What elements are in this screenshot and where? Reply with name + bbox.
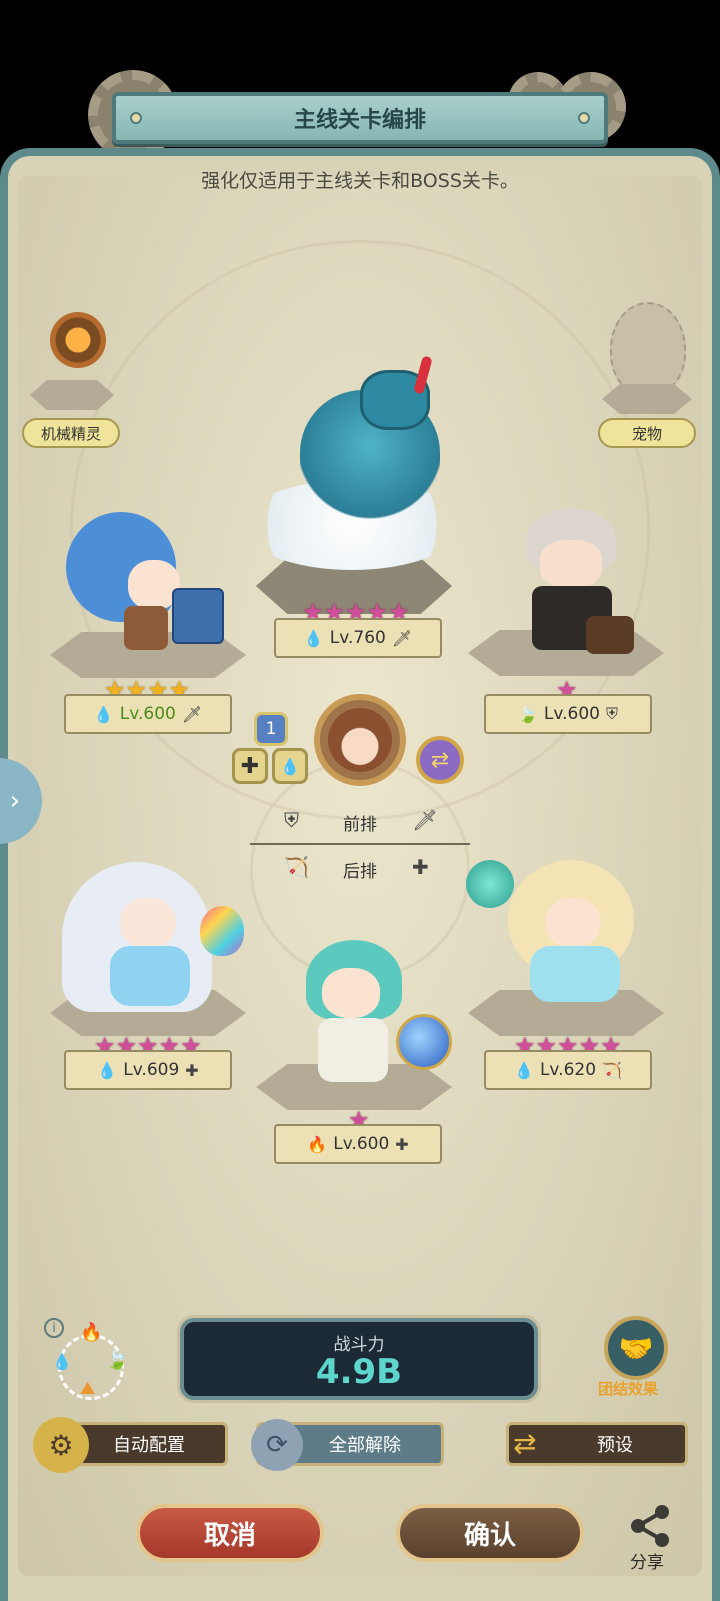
- water-drop-icon: 💧: [514, 1060, 534, 1080]
- info-icon[interactable]: i: [44, 1318, 64, 1338]
- sword-icon: 🗡: [391, 628, 413, 648]
- hero-level: Lv.600: [543, 704, 600, 724]
- hero-level: Lv.760: [329, 628, 386, 648]
- back-row-label: 后排: [343, 862, 377, 882]
- sword-icon: 🗡: [412, 808, 438, 832]
- water-drop-icon: 💧: [272, 748, 308, 784]
- water-drop-icon: 💧: [303, 628, 324, 648]
- plus-icon: ✚: [412, 855, 429, 879]
- preset-label: 预设: [597, 1435, 633, 1456]
- hero-level: Lv.600: [333, 1134, 390, 1154]
- pet-placeholder-icon: [610, 302, 686, 396]
- hero-level: Lv.600: [119, 704, 176, 724]
- page-title: 主线关卡编排: [112, 92, 608, 144]
- shield-icon: ⛨: [284, 808, 299, 832]
- share-icon: [624, 1500, 674, 1550]
- fire-icon: 🔥: [80, 1322, 103, 1343]
- release-all-button[interactable]: ⟳ 全部解除: [251, 1419, 444, 1471]
- hero-level-box: 💧 Lv.600 🗡: [64, 694, 232, 734]
- water-drop-icon: 💧: [97, 1060, 118, 1080]
- release-all-label: 全部解除: [329, 1435, 401, 1456]
- hero-level: Lv.609: [123, 1060, 180, 1080]
- water-drop-icon: 💧: [52, 1352, 72, 1371]
- hero-dress: [110, 946, 190, 1006]
- leaf-icon: 🍃: [517, 704, 538, 724]
- combat-power-box: 战斗力 4.9B: [180, 1318, 538, 1400]
- confirm-label: 确认: [463, 1520, 516, 1551]
- swap-arrows-icon: ⇄: [513, 1427, 537, 1460]
- plus-icon: ✚: [185, 1060, 199, 1080]
- hero-level-box: 🍃 Lv.600 ⛨: [484, 694, 652, 734]
- row-divider: [250, 843, 470, 845]
- plus-icon: ✚: [395, 1134, 409, 1154]
- cancel-label: 取消: [203, 1520, 256, 1551]
- front-row-label: 前排: [343, 815, 377, 835]
- team-effect-label: 团结效果: [598, 1380, 659, 1398]
- preset-button[interactable]: ⇄ 预设: [506, 1422, 688, 1466]
- handshake-icon: 🤝: [604, 1316, 668, 1380]
- subtitle-text: 强化仅适用于主线关卡和BOSS关卡。: [201, 170, 519, 192]
- mech-spirit-label: 机械精灵: [22, 418, 120, 448]
- hero-level-box: 💧 Lv.609 ✚: [64, 1050, 232, 1090]
- shield-icon: ⛨: [605, 704, 618, 723]
- hero-level-box: 🔥 Lv.600 ✚: [274, 1124, 442, 1164]
- orb-icon: [396, 1014, 452, 1070]
- hero-weapon: [172, 588, 224, 644]
- hero-bag: [586, 616, 634, 654]
- water-drop-icon: 💧: [93, 704, 114, 724]
- hero-body: [318, 1018, 388, 1082]
- leader-number-badge: 1: [254, 712, 288, 746]
- staff-orb-icon: [466, 860, 514, 908]
- confirm-button[interactable]: 确认: [396, 1504, 584, 1562]
- release-icon: ⟳: [251, 1419, 303, 1471]
- fire-icon: 🔥: [307, 1134, 328, 1154]
- mech-spirit-base: [30, 380, 114, 410]
- leader-avatar: [328, 708, 392, 772]
- hero-face: [120, 898, 176, 948]
- pet-label: 宠物: [598, 418, 696, 448]
- sword-icon: 🗡: [181, 704, 203, 724]
- hero-face: [540, 540, 602, 588]
- hero-face: [322, 968, 380, 1018]
- potion-icon: [200, 906, 244, 956]
- combat-power-value: 4.9B: [315, 1352, 403, 1392]
- hero-level-box: 💧 Lv.620 🏹: [484, 1050, 652, 1090]
- auto-assign-button[interactable]: ⚙ 自动配置: [33, 1417, 228, 1473]
- hero-legs: [124, 606, 168, 650]
- swap-button[interactable]: ⇄: [416, 736, 464, 784]
- chevron-right-icon: ›: [9, 786, 20, 816]
- hero-level: Lv.620: [539, 1060, 597, 1080]
- gear-icon: ⚙: [33, 1417, 89, 1473]
- mech-spirit-avatar: [50, 312, 106, 368]
- earth-icon: ⛰: [80, 1378, 96, 1399]
- share-label: 分享: [630, 1553, 664, 1573]
- hero-level-box: 💧 Lv.760 🗡: [274, 618, 442, 658]
- bow-icon: 🏹: [284, 855, 309, 879]
- pet-base: [602, 384, 692, 414]
- cancel-button[interactable]: 取消: [136, 1504, 324, 1562]
- leaf-icon: 🍃: [106, 1350, 129, 1371]
- bow-icon: 🏹: [602, 1060, 622, 1080]
- hero-dress: [530, 946, 620, 1002]
- hero-face: [546, 898, 600, 948]
- plus-icon: ✚: [232, 748, 268, 784]
- auto-assign-label: 自动配置: [113, 1435, 185, 1456]
